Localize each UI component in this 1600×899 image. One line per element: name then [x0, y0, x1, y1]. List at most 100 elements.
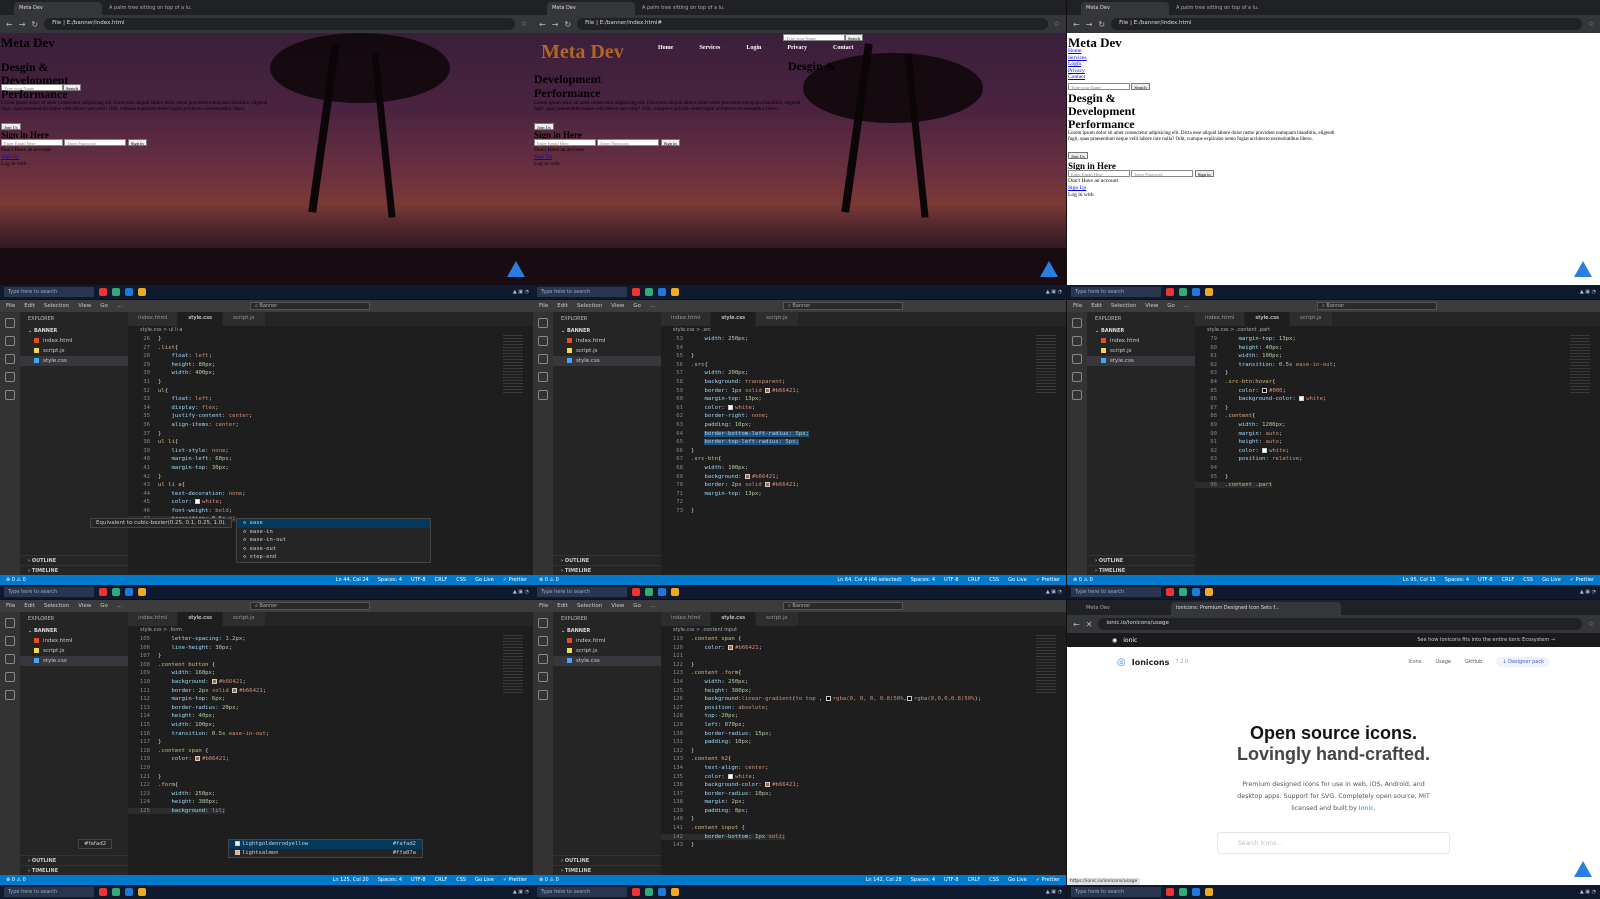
- forward-icon[interactable]: →: [1086, 20, 1093, 29]
- taskbar-search[interactable]: Type here to search: [537, 287, 627, 297]
- code-content[interactable]: 119 .content span { 120 color: #b66421; 1…: [661, 635, 1036, 875]
- reload-icon[interactable]: ↻: [564, 20, 571, 29]
- search-button[interactable]: Search: [845, 34, 864, 41]
- brand-logo[interactable]: Meta Dev: [541, 41, 624, 64]
- suggestion-item[interactable]: ◇ step-end: [237, 553, 430, 562]
- tab-script-js[interactable]: script.js: [756, 312, 799, 326]
- status-indent[interactable]: Spaces: 4: [1445, 577, 1469, 583]
- app-icon[interactable]: [99, 888, 107, 896]
- breadcrumb[interactable]: style.css > .content input: [661, 626, 1066, 635]
- extensions-icon[interactable]: [5, 690, 15, 700]
- command-search[interactable]: ⌕ Banner: [783, 302, 903, 310]
- nav-usage[interactable]: Usage: [1435, 659, 1451, 665]
- taskbar-search[interactable]: Type here to search: [1071, 287, 1161, 297]
- forward-icon[interactable]: →: [552, 20, 559, 29]
- menu-file[interactable]: File: [6, 603, 15, 609]
- taskbar-search[interactable]: Type here to search: [537, 587, 627, 597]
- outline-section[interactable]: › OUTLINE: [20, 855, 128, 865]
- debug-icon[interactable]: [5, 672, 15, 682]
- breadcrumb[interactable]: style.css > .form: [128, 626, 533, 635]
- minimap[interactable]: [1036, 335, 1056, 395]
- file-style-css[interactable]: style.css: [553, 656, 661, 666]
- app-icon[interactable]: [1205, 588, 1213, 596]
- menu-go[interactable]: Go: [100, 603, 108, 609]
- app-icon[interactable]: [1179, 288, 1187, 296]
- minimap[interactable]: [503, 335, 523, 395]
- status-eol[interactable]: CRLF: [1502, 577, 1515, 583]
- status-prettier[interactable]: ✓ Prettier: [1570, 577, 1594, 583]
- app-icon[interactable]: [632, 888, 640, 896]
- menu-go[interactable]: Go: [633, 603, 641, 609]
- app-icon[interactable]: [1205, 888, 1213, 896]
- app-icon[interactable]: [632, 588, 640, 596]
- explorer-icon[interactable]: [1072, 318, 1082, 328]
- brand-logo[interactable]: Meta Dev: [1, 35, 55, 51]
- code-editor[interactable]: index.html style.css script.js style.css >…: [90, 312, 533, 575]
- status-position[interactable]: Ln 142, Col 28: [866, 877, 902, 883]
- status-language[interactable]: CSS: [989, 877, 999, 883]
- taskbar-search[interactable]: Type here to search: [1071, 887, 1161, 897]
- status-eol[interactable]: CRLF: [968, 577, 981, 583]
- nav-home[interactable]: Home: [658, 45, 673, 51]
- product-name[interactable]: Ionicons: [1132, 658, 1170, 667]
- browser-tab[interactable]: Meta Dev: [547, 2, 635, 15]
- folder-banner[interactable]: ⌄ BANNER: [1087, 326, 1195, 336]
- app-icon[interactable]: [1179, 888, 1187, 896]
- folder-banner[interactable]: ⌄ BANNER: [553, 326, 661, 336]
- file-style-css[interactable]: style.css: [1087, 356, 1195, 366]
- browser-tab[interactable]: Meta Dev: [1081, 2, 1169, 15]
- app-icon[interactable]: [125, 288, 133, 296]
- command-search[interactable]: ⌕ Banner: [1317, 302, 1437, 310]
- suggestion-item[interactable]: ◇ ease-out: [237, 545, 430, 554]
- signup-link[interactable]: Sign Up: [1, 154, 19, 161]
- status-prettier[interactable]: ✓ Prettier: [503, 877, 527, 883]
- search-icon[interactable]: [5, 336, 15, 346]
- breadcrumb[interactable]: style.css > .content .part: [1195, 326, 1600, 335]
- tab-script-js[interactable]: script.js: [223, 612, 266, 626]
- email-field[interactable]: Enter Email Here: [1, 139, 63, 146]
- menu-view[interactable]: View: [611, 603, 624, 609]
- menu-file[interactable]: File: [539, 603, 548, 609]
- address-bar[interactable]: File | E:/banner/index.html: [1111, 18, 1582, 30]
- app-icon[interactable]: [138, 588, 146, 596]
- back-icon[interactable]: ←: [1073, 20, 1080, 29]
- tab-index-html[interactable]: index.html: [661, 312, 712, 326]
- timeline-section[interactable]: › TIMELINE: [553, 565, 661, 575]
- menu-file[interactable]: File: [539, 303, 548, 309]
- breadcrumb[interactable]: style.css > .src: [661, 326, 1066, 335]
- file-index-html[interactable]: index.html: [553, 636, 661, 646]
- status-problems[interactable]: ⊗ 0 ⚠ 0: [539, 877, 559, 883]
- code-editor[interactable]: index.html style.css script.js style.css >…: [661, 312, 1066, 575]
- nav-services[interactable]: Services: [1068, 55, 1087, 62]
- extensions-icon[interactable]: [1072, 390, 1082, 400]
- signup-link[interactable]: Sign Up: [534, 154, 552, 161]
- status-language[interactable]: CSS: [989, 577, 999, 583]
- tab-index-html[interactable]: index.html: [128, 612, 179, 626]
- menu-edit[interactable]: Edit: [24, 603, 35, 609]
- explorer-icon[interactable]: [5, 618, 15, 628]
- file-index-html[interactable]: index.html: [20, 336, 128, 346]
- file-script-js[interactable]: script.js: [553, 646, 661, 656]
- menu-go[interactable]: Go: [1167, 303, 1175, 309]
- menu-selection[interactable]: Selection: [44, 303, 69, 309]
- browser-tab[interactable]: Ionicons: Premium Designed Icon Sets f..…: [1171, 602, 1341, 615]
- tab-style-css[interactable]: style.css: [711, 312, 757, 326]
- menu-more[interactable]: ...: [1184, 303, 1189, 309]
- status-problems[interactable]: ⊗ 0 ⚠ 0: [539, 577, 559, 583]
- nav-login[interactable]: Login: [746, 45, 761, 51]
- menu-go[interactable]: Go: [633, 303, 641, 309]
- file-index-html[interactable]: index.html: [20, 636, 128, 646]
- folder-banner[interactable]: ⌄ BANNER: [553, 626, 661, 636]
- code-content[interactable]: 53 width: 250px; 54 55} 56 .src{ 57 width…: [661, 335, 1036, 575]
- minimap[interactable]: [1036, 635, 1056, 695]
- extensions-icon[interactable]: [538, 690, 548, 700]
- menu-go[interactable]: Go: [100, 303, 108, 309]
- app-icon[interactable]: [658, 288, 666, 296]
- forward-icon[interactable]: →: [19, 20, 26, 29]
- debug-icon[interactable]: [1072, 372, 1082, 382]
- app-icon[interactable]: [658, 888, 666, 896]
- extensions-icon[interactable]: [5, 390, 15, 400]
- minimap[interactable]: [503, 635, 523, 695]
- search-input[interactable]: Type your Name: [783, 34, 845, 41]
- status-language[interactable]: CSS: [456, 877, 466, 883]
